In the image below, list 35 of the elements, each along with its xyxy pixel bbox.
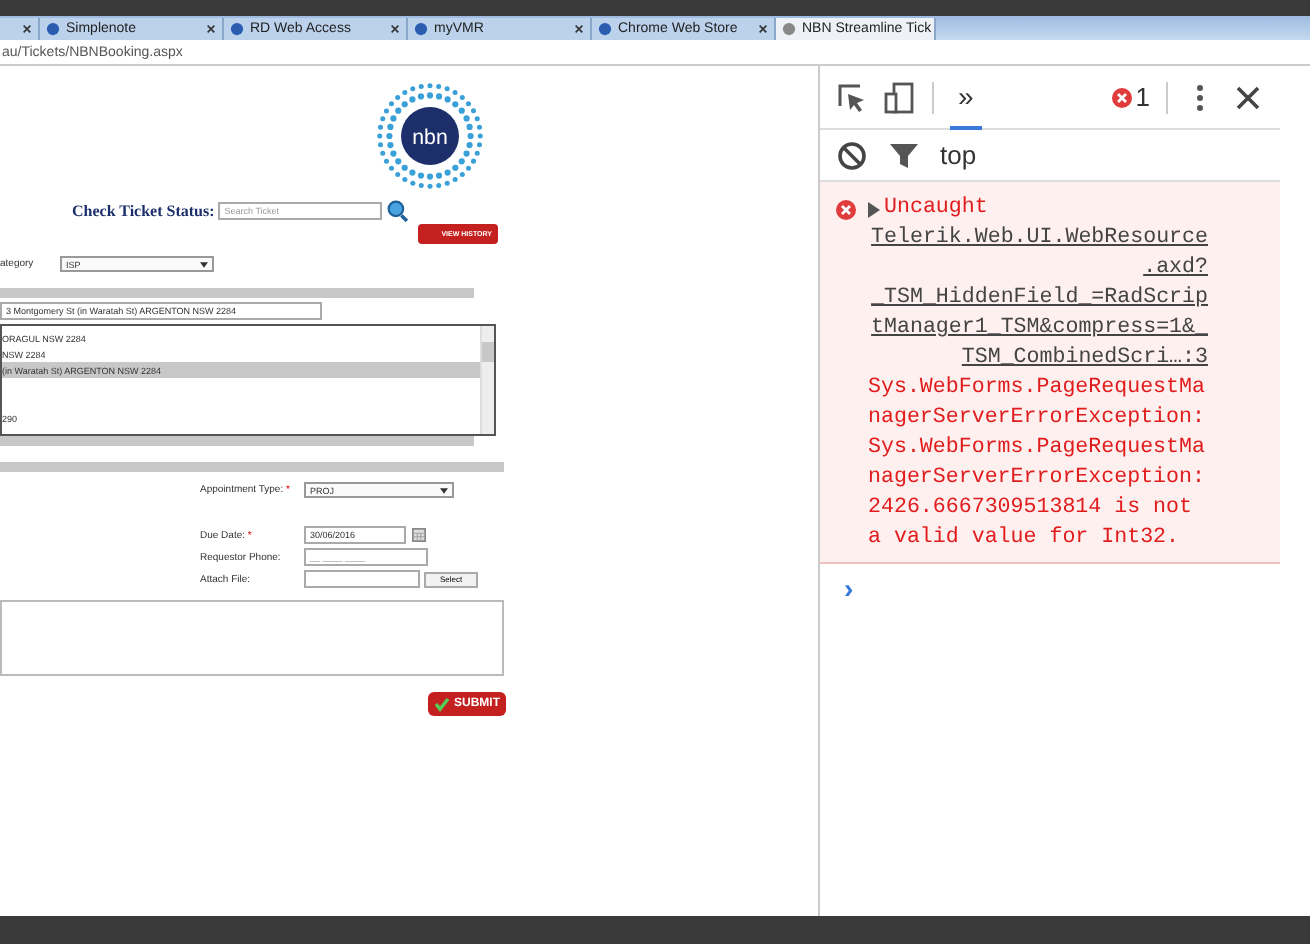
close-icon[interactable]: [1232, 81, 1264, 113]
source-link[interactable]: Telerik.Web.UI.WebResource.axd?_TSM_HiddenField_=RadScriptManager1_TSM&compress=1&_TSM_CombinedScri…:3: [868, 224, 1208, 374]
more-tabs-tab[interactable]: »: [950, 65, 982, 129]
favicon-icon: [46, 22, 60, 36]
check-ticket-label: Check Ticket Status:: [72, 202, 215, 220]
close-icon[interactable]: [390, 24, 400, 34]
favicon-icon: [230, 22, 244, 36]
expand-icon[interactable]: [868, 201, 880, 217]
logo-drawing: nbn: [372, 78, 488, 194]
check-icon: [434, 696, 450, 712]
scrollbar[interactable]: [480, 326, 494, 434]
error-count[interactable]: 1: [1135, 82, 1150, 112]
error-icon: [836, 200, 856, 220]
browser-tab[interactable]: [0, 18, 40, 40]
search-icon[interactable]: [386, 200, 409, 222]
console-prompt[interactable]: ›: [820, 564, 1280, 612]
close-icon[interactable]: [758, 24, 768, 34]
error-title: Uncaught: [884, 194, 988, 224]
device-icon[interactable]: [884, 81, 916, 113]
dropdown-icon: [200, 261, 208, 267]
favicon-icon: [782, 22, 796, 36]
close-icon[interactable]: [206, 24, 216, 34]
inspect-icon[interactable]: [836, 81, 868, 113]
context-selector[interactable]: top: [940, 140, 977, 170]
error-icon: [1111, 87, 1132, 107]
error-message: Sys.WebForms.PageRequestManagerServerErrorException: Sys.WebForms.PageRequestManagerServerErrorException: 2426.6667309513814 is not a valid value for Int32.: [868, 374, 1207, 554]
clear-console-icon[interactable]: [836, 139, 868, 171]
close-icon[interactable]: [574, 24, 584, 34]
favicon-icon: [598, 22, 612, 36]
favicon-icon: [414, 22, 428, 36]
calendar-icon[interactable]: [412, 528, 426, 542]
filter-icon[interactable]: [888, 139, 920, 171]
close-icon[interactable]: [22, 24, 32, 34]
dropdown-icon: [440, 487, 448, 493]
attach-file-field[interactable]: [304, 570, 420, 588]
